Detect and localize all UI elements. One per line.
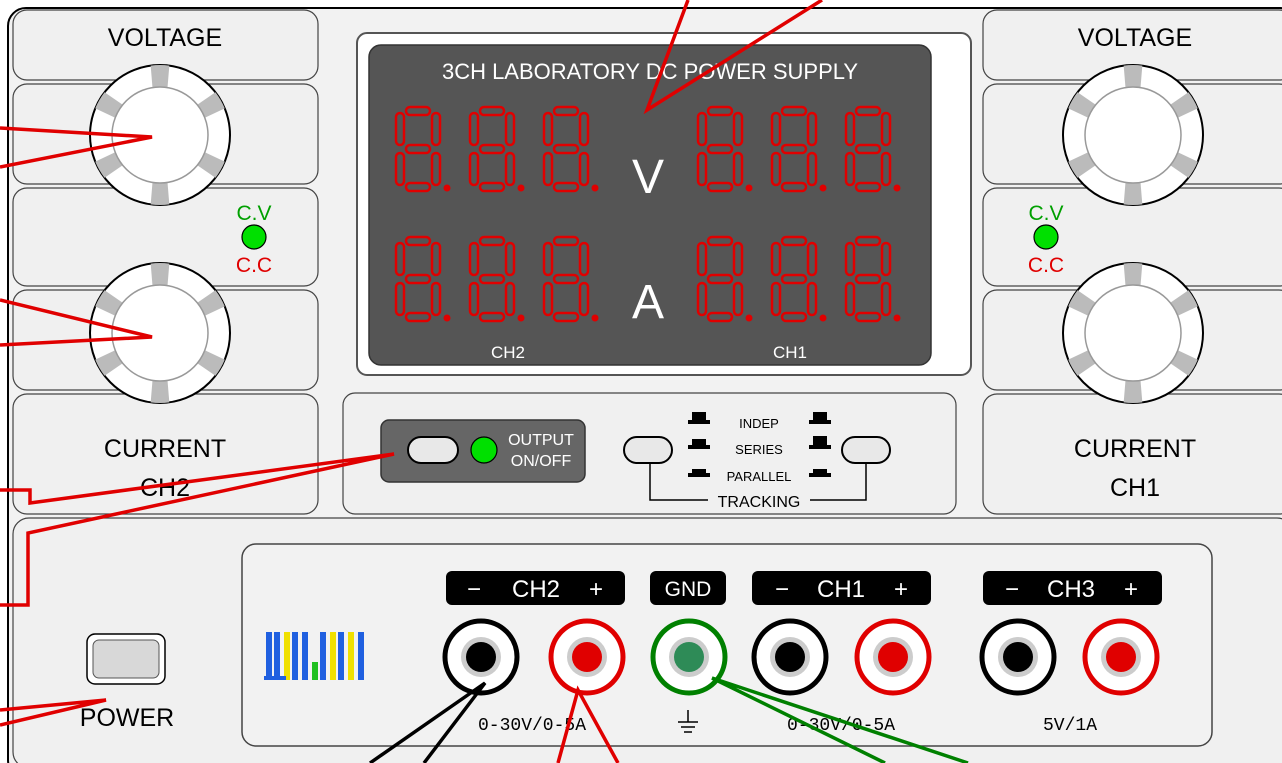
decimal-point — [517, 314, 525, 322]
right-cv-label: C.V — [1028, 202, 1063, 225]
knob-grip — [150, 182, 170, 205]
tracking-label: TRACKING — [718, 494, 801, 511]
knob-grip — [1123, 380, 1143, 403]
amp-unit: A — [632, 276, 664, 329]
power-supply-diagram: 3CH LABORATORY DC POWER SUPPLY V A CH2 C… — [0, 0, 1282, 763]
left-cv-led — [241, 224, 267, 250]
ch3-negative-terminal[interactable] — [979, 618, 1057, 696]
tracking-button-left[interactable] — [623, 436, 673, 464]
decimal-point — [517, 184, 525, 192]
volt-unit: V — [632, 151, 664, 204]
decimal-point — [745, 314, 753, 322]
knob-grip — [1123, 182, 1143, 205]
svg-text:−: − — [775, 576, 789, 603]
svg-text:CH3: CH3 — [1047, 576, 1095, 603]
display-title: 3CH LABORATORY DC POWER SUPPLY — [442, 59, 858, 84]
ch3-positive-terminal[interactable] — [1082, 618, 1160, 696]
gnd-terminal[interactable] — [650, 618, 728, 696]
decimal-point — [591, 184, 599, 192]
ch1-positive-terminal[interactable] — [854, 618, 932, 696]
right-cc-label: C.C — [1028, 254, 1064, 277]
right-cv-led — [1033, 224, 1059, 250]
ch3-plate: − CH3 + — [983, 571, 1162, 605]
knob-grip — [1123, 65, 1143, 88]
right-channel-label: CH1 — [1110, 474, 1160, 502]
tracking-mode-parallel: PARALLEL — [727, 469, 792, 484]
left-current-label: CURRENT — [104, 435, 226, 463]
knob-grip — [1123, 263, 1143, 286]
left-cc-label: C.C — [236, 254, 272, 277]
right-current-label: CURRENT — [1074, 435, 1196, 463]
svg-text:+: + — [1124, 576, 1138, 603]
decimal-point — [819, 314, 827, 322]
decimal-point — [819, 184, 827, 192]
svg-text:CH1: CH1 — [817, 576, 865, 603]
svg-text:+: + — [589, 576, 603, 603]
knob-grip — [150, 380, 170, 403]
ch1-plate: − CH1 + — [752, 571, 931, 605]
tracking-mode-series: SERIES — [735, 442, 783, 457]
output-button[interactable] — [407, 436, 459, 464]
knob-grip — [150, 65, 170, 88]
tracking-button-right[interactable] — [841, 436, 891, 464]
svg-text:+: + — [894, 576, 908, 603]
svg-text:−: − — [1005, 576, 1019, 603]
svg-text:−: − — [467, 576, 481, 603]
svg-text:GND: GND — [665, 578, 712, 601]
ch2-positive-terminal[interactable] — [548, 618, 626, 696]
ch2-plate: − CH2 + — [446, 571, 625, 605]
right-current-knob[interactable] — [1062, 262, 1204, 404]
display-ch1-label: CH1 — [773, 343, 807, 362]
output-label-line2: ON/OFF — [511, 453, 572, 470]
ch1-negative-terminal[interactable] — [751, 618, 829, 696]
decimal-point — [443, 184, 451, 192]
output-led — [470, 436, 498, 464]
decimal-point — [745, 184, 753, 192]
power-label: POWER — [80, 704, 174, 732]
left-current-knob[interactable] — [89, 262, 231, 404]
display-ch2-label: CH2 — [491, 343, 525, 362]
decimal-point — [591, 314, 599, 322]
tracking-mode-indep: INDEP — [739, 416, 779, 431]
ch3-rating: 5V/1A — [1043, 716, 1097, 736]
left-cv-label: C.V — [236, 202, 271, 225]
decimal-point — [893, 314, 901, 322]
decimal-point — [443, 314, 451, 322]
left-voltage-label: VOLTAGE — [108, 24, 222, 52]
svg-text:CH2: CH2 — [512, 576, 560, 603]
right-voltage-label: VOLTAGE — [1078, 24, 1192, 52]
right-voltage-knob[interactable] — [1062, 64, 1204, 206]
ch2-negative-terminal[interactable] — [442, 618, 520, 696]
output-label-line1: OUTPUT — [508, 432, 574, 449]
gnd-plate: GND — [650, 571, 726, 605]
decimal-point — [893, 184, 901, 192]
knob-grip — [150, 263, 170, 286]
power-switch[interactable] — [92, 639, 160, 679]
